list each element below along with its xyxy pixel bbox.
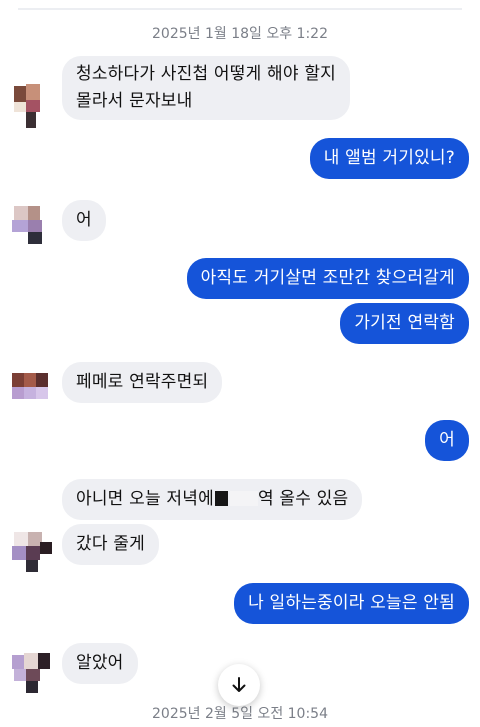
avatar[interactable] (10, 651, 54, 695)
message-text: 알았어 (76, 653, 124, 673)
message-outgoing[interactable]: 어 (425, 420, 469, 461)
message-text: 어 (76, 210, 92, 230)
avatar[interactable] (10, 202, 54, 246)
message-incoming[interactable]: 페메로 연락주면되 (62, 362, 223, 403)
top-divider (18, 8, 462, 10)
redaction-blur (229, 491, 258, 506)
redaction-block (214, 491, 228, 506)
message-incoming[interactable]: 갔다 줄게 (62, 524, 159, 565)
message-incoming[interactable]: 아니면 오늘 저녁에 역 올수 있음 (62, 479, 363, 520)
message-text: 페메로 연락주면되 (76, 372, 209, 392)
message-incoming[interactable]: 청소하다가 사진첩 어떻게 해야 할지 몰라서 문자보내 (62, 56, 351, 120)
message-text: 나 일하는중이라 오늘은 안됨 (248, 593, 455, 613)
message-text: 아직도 거기살면 조만간 찾으러갈게 (200, 268, 455, 288)
arrow-down-icon (232, 677, 246, 692)
avatar[interactable] (10, 530, 54, 574)
avatar[interactable] (10, 84, 54, 128)
message-text: 갔다 줄게 (76, 534, 145, 554)
message-text: 청소하다가 사진첩 어떻게 해야 할지 (76, 64, 337, 84)
message-outgoing[interactable]: 아직도 거기살면 조만간 찾으러갈게 (186, 258, 469, 299)
message-outgoing[interactable]: 가기전 연락함 (340, 303, 469, 344)
scroll-to-bottom-button[interactable] (218, 664, 260, 706)
message-text: 역 올수 있음 (257, 489, 349, 509)
message-incoming[interactable]: 어 (62, 200, 106, 241)
timestamp-top: 2025년 1월 18일 오후 1:22 (152, 26, 328, 42)
message-incoming[interactable]: 알았어 (62, 643, 138, 684)
message-outgoing[interactable]: 내 앨범 거기있니? (309, 138, 469, 179)
message-outgoing[interactable]: 나 일하는중이라 오늘은 안됨 (234, 583, 469, 624)
message-text: 몰라서 문자보내 (76, 91, 193, 111)
timestamp-bottom: 2025년 2월 5일 오전 10:54 (152, 706, 328, 722)
message-text: 아니면 오늘 저녁에 (76, 489, 214, 509)
message-text: 가기전 연락함 (354, 313, 455, 333)
avatar[interactable] (10, 371, 54, 415)
message-text: 내 앨범 거기있니? (323, 148, 455, 168)
message-text: 어 (439, 430, 455, 450)
